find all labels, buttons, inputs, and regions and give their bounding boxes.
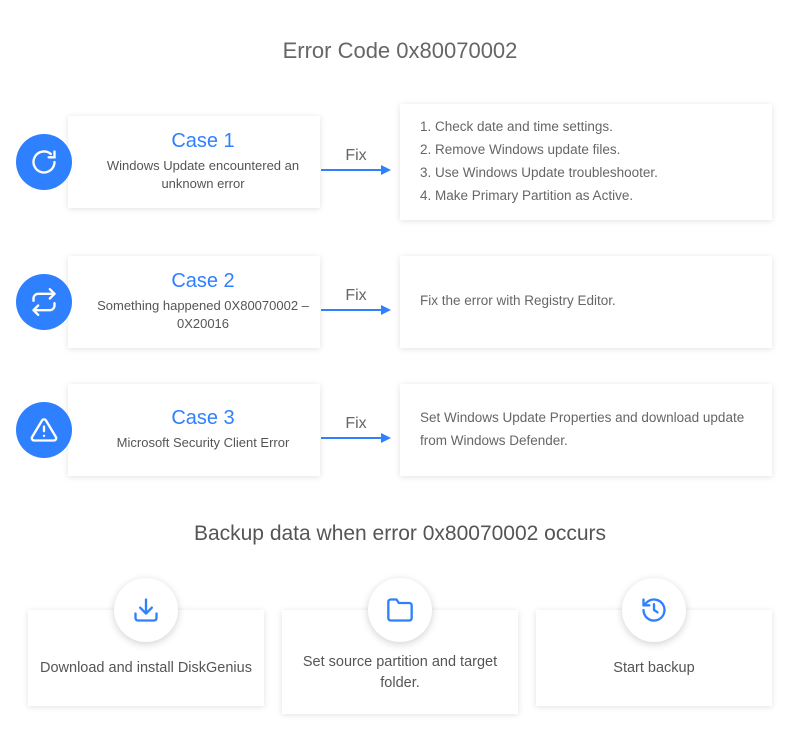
retweet-icon <box>16 274 72 330</box>
fix-arrow-2: Fix <box>320 287 392 317</box>
solution-line: 3. Use Windows Update troubleshooter. <box>420 162 752 185</box>
case-2-title: Case 2 <box>96 270 310 293</box>
case-row-1: Case 1 Windows Update encountered an unk… <box>68 104 772 220</box>
solution-card-1: 1. Check date and time settings. 2. Remo… <box>400 104 772 220</box>
arrow-icon <box>321 163 391 177</box>
solution-card-3: Set Windows Update Properties and downlo… <box>400 384 772 476</box>
step-1: Download and install DiskGenius <box>28 578 264 714</box>
case-card-3: Case 3 Microsoft Security Client Error <box>68 384 320 476</box>
case-3-desc: Microsoft Security Client Error <box>96 434 310 452</box>
refresh-icon <box>16 134 72 190</box>
solution-line: 4. Make Primary Partition as Active. <box>420 185 752 208</box>
alert-triangle-icon <box>16 402 72 458</box>
fix-arrow-3: Fix <box>320 415 392 445</box>
solution-line: Set Windows Update Properties and downlo… <box>420 407 752 453</box>
solution-line: 2. Remove Windows update files. <box>420 139 752 162</box>
case-card-2: Case 2 Something happened 0X80070002 – 0… <box>68 256 320 348</box>
solution-card-2: Fix the error with Registry Editor. <box>400 256 772 348</box>
solution-line: 1. Check date and time settings. <box>420 116 752 139</box>
step-3: Start backup <box>536 578 772 714</box>
case-3-title: Case 3 <box>96 407 310 430</box>
arrow-icon <box>321 431 391 445</box>
folder-icon <box>368 578 432 642</box>
fix-arrow-1: Fix <box>320 147 392 177</box>
step-2: Set source partition and target folder. <box>282 578 518 714</box>
case-1-desc: Windows Update encountered an unknown er… <box>96 157 310 193</box>
case-2-desc: Something happened 0X80070002 – 0X20016 <box>96 297 310 333</box>
case-row-3: Case 3 Microsoft Security Client Error F… <box>68 384 772 476</box>
steps-section: Download and install DiskGenius Set sour… <box>0 578 800 714</box>
arrow-icon <box>321 303 391 317</box>
page-title: Error Code 0x80070002 <box>0 38 800 64</box>
history-icon <box>622 578 686 642</box>
backup-title: Backup data when error 0x80070002 occurs <box>0 522 800 546</box>
case-row-2: Case 2 Something happened 0X80070002 – 0… <box>68 256 772 348</box>
case-card-1: Case 1 Windows Update encountered an unk… <box>68 116 320 208</box>
download-icon <box>114 578 178 642</box>
solution-line: Fix the error with Registry Editor. <box>420 290 752 313</box>
case-1-title: Case 1 <box>96 130 310 153</box>
cases-section: Case 1 Windows Update encountered an unk… <box>0 104 800 476</box>
